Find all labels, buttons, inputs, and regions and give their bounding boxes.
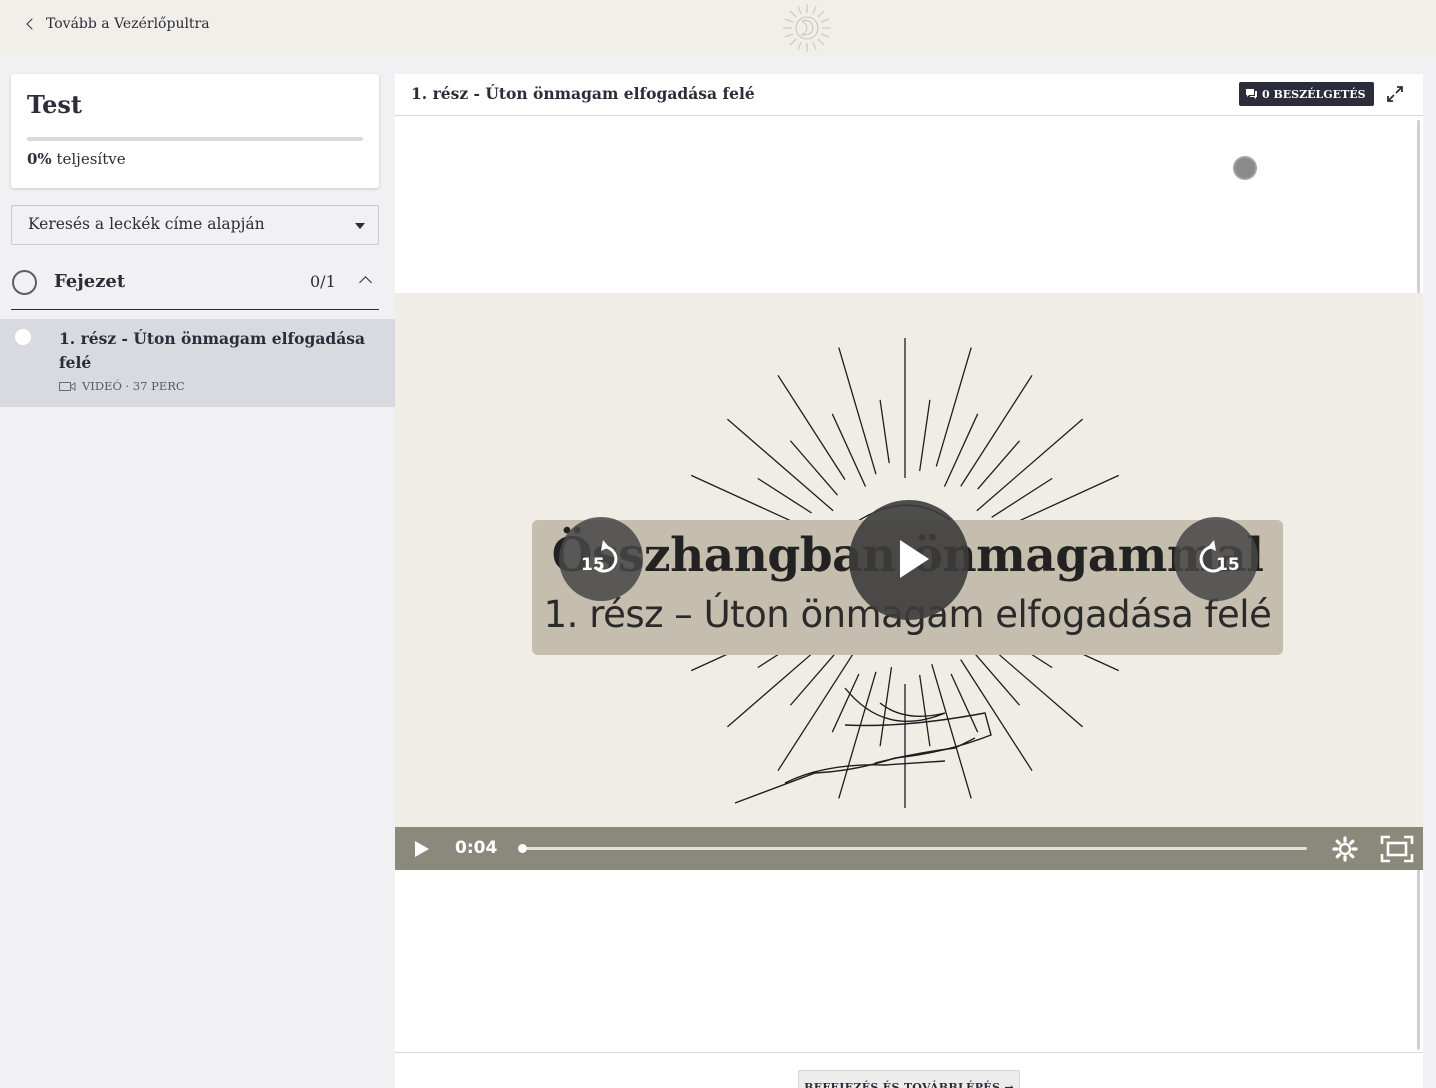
finish-and-continue-button[interactable]: BEFEJEZÉS ÉS TOVÁBBLÉPÉS → [798,1070,1020,1088]
chapter-header[interactable]: Fejezet 0/1 [11,262,379,310]
lesson-meta: VIDEÓ · 37 PERC [59,379,185,393]
sun-ray [919,674,931,747]
lesson-search-select[interactable]: Keresés a leckék címe alapján [11,205,379,245]
back-link-label: Tovább a Vezérlőpultra [46,16,210,32]
chat-bubble-icon [1246,89,1257,99]
forward-15-button[interactable]: 15 [1174,517,1258,601]
sun-ray [935,347,972,467]
sun-ray [838,347,877,475]
lesson-search-placeholder: Keresés a leckék címe alapján [28,215,265,233]
chapter-title: Fejezet [54,271,126,292]
course-progress-bar [27,137,363,141]
sun-ray [831,413,867,487]
grey-indicator-dot [1233,156,1257,180]
sun-ray [726,418,834,512]
sun-ray [757,477,812,514]
content-header: 1. rész - Úton önmagam elfogadása felé 0… [395,74,1423,116]
play-icon [900,540,929,578]
chapter-count: 0/1 [310,272,336,291]
caret-down-icon [355,223,365,229]
lesson-title: 1. rész - Úton önmagam elfogadása felé [59,329,366,372]
sun-ray [789,440,839,496]
course-title: Test [27,90,82,119]
progress-status: 0% teljesítve [27,150,126,168]
expand-icon[interactable] [1385,84,1405,104]
sun-ray [789,650,839,706]
sun-ray [879,399,890,464]
sun-ray [991,477,1053,518]
sun-ray [950,673,979,733]
sun-ray [831,673,860,733]
back-to-dashboard-link[interactable]: Tovább a Vezérlőpultra [24,16,210,32]
course-progress-card: Test 0% teljesítve [11,74,379,188]
seek-bar[interactable] [517,844,1307,853]
top-bar: Tovább a Vezérlőpultra [0,0,1436,56]
forward-seconds: 15 [1216,555,1240,575]
lesson-content: 1. rész - Úton önmagam elfogadása felé 0… [395,74,1423,1088]
big-play-button[interactable] [849,500,969,620]
progress-percent: 0% [27,150,52,168]
fullscreen-icon[interactable] [1380,835,1414,863]
sun-ray [943,413,979,487]
sun-ray [919,399,931,472]
chapter-status-circle-icon [12,270,37,295]
sun-moon-logo-icon [783,4,831,52]
lesson-heading: 1. rész - Úton önmagam elfogadása felé [411,84,755,103]
gear-icon[interactable] [1332,836,1358,862]
rewind-15-button[interactable]: 15 [559,517,643,601]
sun-ray [977,440,1021,490]
progress-suffix: teljesítve [56,150,126,168]
chevron-left-icon [26,18,38,30]
current-time: 0:04 [455,838,498,858]
sun-ray [976,418,1084,512]
sun-ray [931,663,972,799]
video-camera-icon [59,381,76,391]
video-control-bar: 0:04 [395,827,1423,870]
sun-ray [960,374,1033,487]
footer-divider [395,1052,1423,1053]
play-icon[interactable] [413,839,431,859]
comments-button[interactable]: 0 BESZÉLGETÉS [1239,82,1374,106]
sun-ray [777,374,846,480]
chevron-up-icon[interactable] [359,276,372,289]
lesson-item[interactable]: 1. rész - Úton önmagam elfogadása felé V… [0,319,395,407]
sun-ray [838,671,877,799]
lesson-status-dot-icon [15,329,31,345]
comments-label: 0 BESZÉLGETÉS [1262,87,1366,101]
lesson-meta-text: VIDEÓ · 37 PERC [82,379,185,393]
rewind-seconds: 15 [581,555,605,575]
video-player[interactable]: Összhangban önmagammal 1. rész – Úton ön… [395,293,1423,870]
course-sidebar: Test 0% teljesítve Keresés a leckék címe… [0,56,395,1088]
seek-knob[interactable] [517,844,527,853]
